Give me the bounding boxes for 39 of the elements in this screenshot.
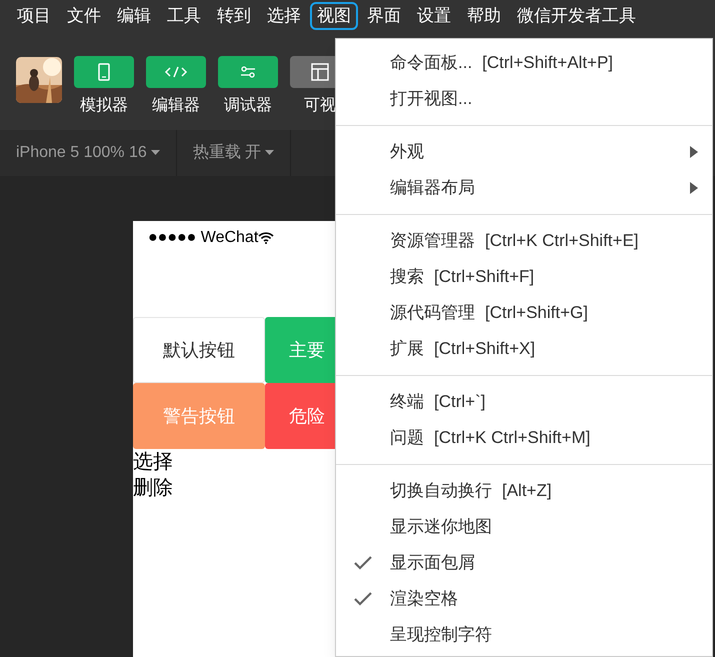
menu-entry[interactable]: 问题 [Ctrl+K Ctrl+Shift+M] [336, 420, 712, 456]
phone-icon [98, 63, 110, 81]
menu-item[interactable]: 工具 [160, 2, 208, 30]
status-text: ●●●●● WeChat [148, 228, 258, 248]
sliders-icon [240, 66, 256, 78]
menu-entry[interactable]: 显示迷你地图 [336, 509, 712, 545]
wifi-icon [258, 232, 274, 244]
menu-item[interactable]: 转到 [210, 2, 258, 30]
menu-entry[interactable]: 终端 [Ctrl+`] [336, 384, 712, 420]
layout-icon [311, 63, 329, 81]
menu-entry[interactable]: 命令面板... [Ctrl+Shift+Alt+P] [336, 45, 712, 81]
menu-item[interactable]: 界面 [360, 2, 408, 30]
dropdown-button[interactable]: iPhone 5 100% 16 [0, 130, 177, 176]
menu-item[interactable]: 选择 [260, 2, 308, 30]
demo-button[interactable]: 默认按钮 [133, 317, 265, 383]
menu-entry[interactable]: 显示面包屑 [336, 545, 712, 581]
menu-entry[interactable]: 搜索 [Ctrl+Shift+F] [336, 259, 712, 295]
menu-item[interactable]: 设置 [410, 2, 458, 30]
menu-entry[interactable]: 呈现控制字符 [336, 617, 712, 653]
menu-entry[interactable]: 渲染空格 [336, 581, 712, 617]
menu-item[interactable]: 帮助 [460, 2, 508, 30]
menu-entry[interactable]: 资源管理器 [Ctrl+K Ctrl+Shift+E] [336, 223, 712, 259]
code-icon [164, 66, 188, 78]
text-line: 选择 [133, 450, 173, 475]
menu-item[interactable]: 视图 [310, 2, 358, 30]
menu-item[interactable]: 编辑 [110, 2, 158, 30]
menu-entry[interactable]: 源代码管理 [Ctrl+Shift+G] [336, 295, 712, 331]
menu-entry[interactable]: 打开视图... [336, 81, 712, 117]
caret-icon [150, 150, 160, 156]
menu-item[interactable]: 微信开发者工具 [510, 2, 643, 30]
menu-entry[interactable]: 扩展 [Ctrl+Shift+X] [336, 331, 712, 367]
dropdown-button[interactable]: 热重载 开 [176, 130, 292, 176]
caret-icon [265, 150, 274, 156]
menu-item[interactable]: 项目 [10, 2, 58, 30]
menu-entry[interactable]: 编辑器布局 [336, 170, 712, 206]
menu-entry[interactable]: 切换自动换行 [Alt+Z] [336, 473, 712, 509]
menu-item[interactable]: 文件 [60, 2, 108, 30]
text-line: 删除 [133, 476, 173, 501]
menu-entry[interactable]: 外观 [336, 134, 712, 170]
